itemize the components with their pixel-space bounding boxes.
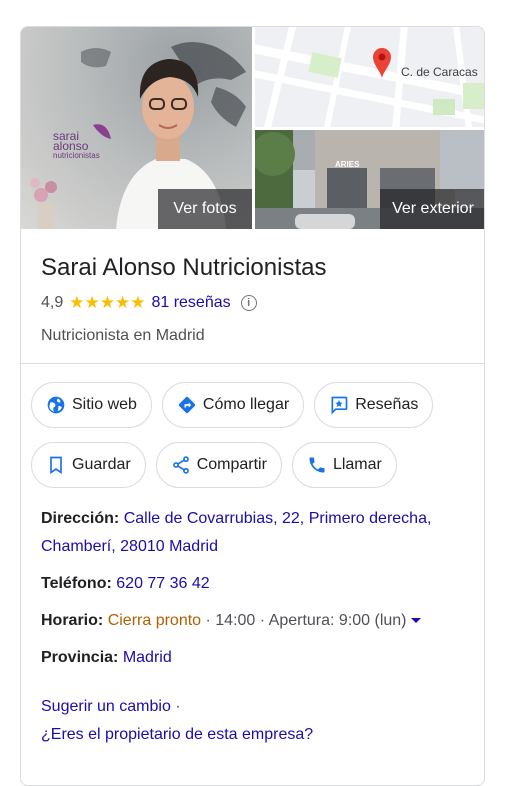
directions-button[interactable]: Cómo llegar [161, 382, 305, 428]
business-category: Nutricionista en Madrid [41, 327, 205, 344]
phone-row: Teléfono: 620 77 36 42 [41, 570, 471, 598]
save-button[interactable]: Guardar [31, 442, 146, 488]
map-street-label: C. de Caracas [401, 65, 478, 79]
call-button[interactable]: Llamar [291, 442, 397, 488]
rating-row: 4,9 ★★★★★ 81 reseñas i [41, 293, 471, 313]
main-photo[interactable]: sarai alonso nutricionistas Ver fotos [21, 27, 252, 229]
brand-line-2: alonso [53, 139, 89, 153]
hours-label: Horario: [41, 612, 104, 629]
address-row: Dirección: Calle de Covarrubias, 22, Pri… [41, 505, 471, 561]
business-header: Sarai Alonso Nutricionistas 4,9 ★★★★★ 81… [41, 253, 471, 345]
divider [21, 363, 484, 364]
rating-value: 4,9 [41, 294, 64, 311]
share-button[interactable]: Compartir [155, 442, 282, 488]
directions-icon [178, 396, 196, 414]
business-name: Sarai Alonso Nutricionistas [41, 254, 327, 281]
details-section: Dirección: Calle de Covarrubias, 22, Pri… [41, 505, 471, 681]
hours-close-time: · 14:00 · [201, 612, 269, 629]
share-label: Compartir [196, 456, 267, 473]
action-chips: Sitio web Cómo llegar Reseñas Guardar Co… [31, 382, 481, 502]
hours-row[interactable]: Horario: Cierra pronto · 14:00 · Apertur… [41, 607, 471, 635]
info-icon[interactable]: i [240, 295, 257, 311]
province-label: Provincia: [41, 649, 119, 666]
website-button[interactable]: Sitio web [31, 382, 152, 428]
brand-logo: sarai alonso nutricionistas [53, 130, 100, 161]
link-separator: · [170, 698, 181, 715]
globe-icon [47, 396, 65, 414]
footer-links: Sugerir un cambio · ¿Eres el propietario… [41, 693, 313, 749]
brand-line-3: nutricionistas [53, 151, 100, 160]
see-photos-button[interactable]: Ver fotos [158, 189, 252, 229]
phone-icon [309, 457, 325, 473]
save-label: Guardar [72, 456, 131, 473]
map-thumbnail[interactable]: C. de Caracas [255, 27, 484, 127]
reviews-button[interactable]: Reseñas [314, 382, 434, 428]
knowledge-panel: sarai alonso nutricionistas Ver fotos C.… [20, 26, 485, 786]
suggest-edit-link[interactable]: Sugerir un cambio [41, 698, 171, 715]
call-label: Llamar [332, 456, 382, 473]
hours-open-time: Apertura: 9:00 (lun) [268, 612, 407, 629]
bookmark-icon [50, 456, 62, 475]
reviews-label: Reseñas [355, 396, 419, 413]
chevron-down-icon[interactable] [410, 618, 421, 624]
storefront-sign: ARIES [335, 160, 360, 169]
star-rating-icon: ★★★★★ [69, 293, 146, 312]
reviews-link[interactable]: 81 reseñas [151, 294, 230, 312]
share-icon [172, 456, 189, 474]
photo-strip: sarai alonso nutricionistas Ver fotos C.… [21, 27, 484, 229]
phone-link[interactable]: 620 77 36 42 [116, 575, 209, 592]
address-label: Dirección: [41, 510, 120, 527]
owner-claim-link[interactable]: ¿Eres el propietario de esta empresa? [41, 721, 313, 749]
street-photo[interactable]: ARIES Ver exterior [255, 130, 484, 229]
website-label: Sitio web [72, 396, 137, 413]
phone-label: Teléfono: [41, 575, 112, 592]
see-exterior-button[interactable]: Ver exterior [380, 189, 484, 229]
hours-status: Cierra pronto [107, 612, 202, 629]
directions-label: Cómo llegar [202, 396, 290, 413]
province-link[interactable]: Madrid [123, 649, 172, 666]
review-icon [331, 396, 348, 415]
province-row: Provincia: Madrid [41, 644, 471, 672]
